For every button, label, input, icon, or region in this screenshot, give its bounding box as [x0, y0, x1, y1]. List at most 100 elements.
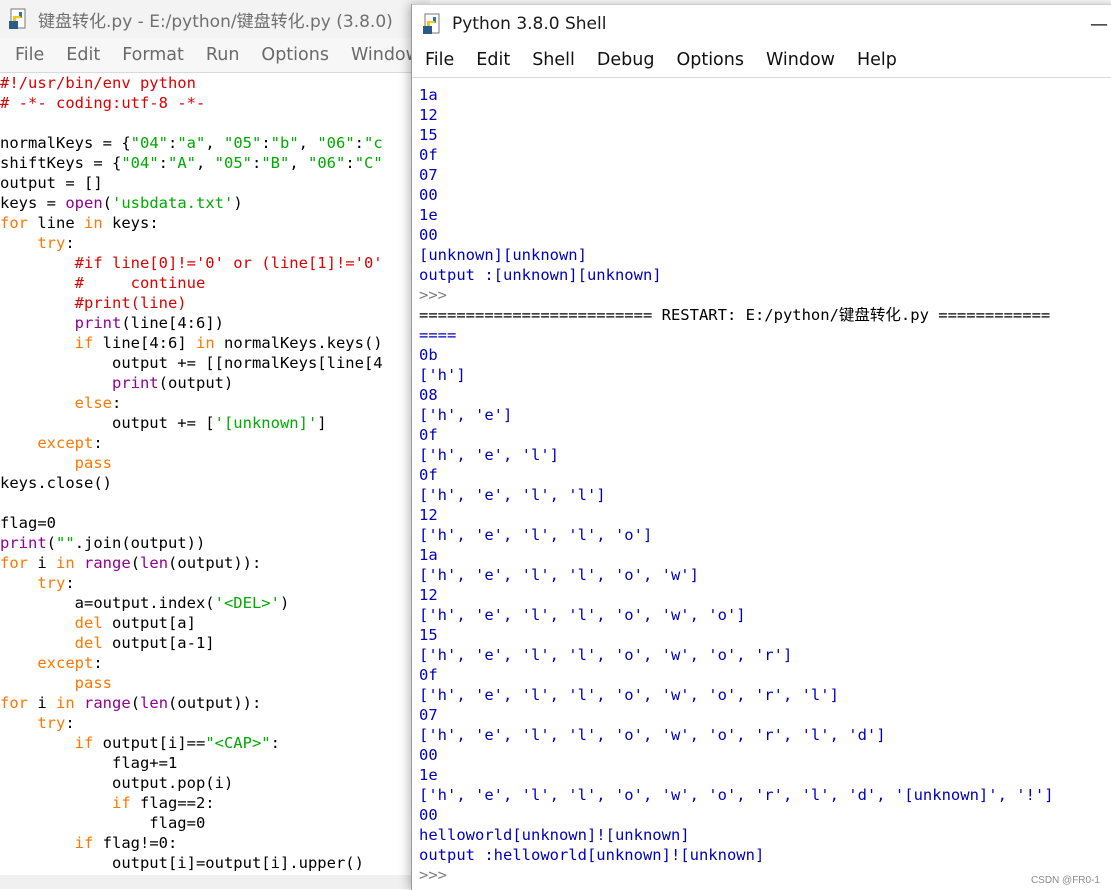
- shell-menu-options[interactable]: Options: [665, 50, 755, 70]
- shell-output-line: 1a: [419, 86, 438, 104]
- shell-menu-help[interactable]: Help: [846, 50, 908, 70]
- code-token: :: [65, 574, 75, 592]
- code-line: else:: [0, 393, 383, 413]
- shell-menu-file[interactable]: File: [414, 50, 465, 70]
- window-controls: —: [1080, 5, 1111, 43]
- shell-output-line: helloworld[unknown]![unknown]: [419, 826, 690, 844]
- code-token: print: [74, 314, 122, 332]
- code-token: keys =: [0, 194, 66, 212]
- shell-output-line: ['h', 'e', 'l', 'l', 'o', 'w', 'o', 'r',…: [419, 686, 839, 704]
- code-token: len: [140, 694, 169, 712]
- code-token: "04": [130, 134, 168, 152]
- code-token: flag!=0:: [93, 834, 178, 852]
- shell-prompt: >>>: [419, 286, 447, 304]
- code-token: except: [37, 434, 94, 452]
- code-token: len: [140, 554, 169, 572]
- code-line: del output[a]: [0, 613, 383, 633]
- code-token: (output)):: [168, 554, 262, 572]
- shell-output-line: 0f: [419, 146, 438, 164]
- shell-prompt: >>>: [419, 866, 447, 884]
- code-line: keys = open('usbdata.txt'): [0, 193, 383, 213]
- code-token: del: [74, 614, 103, 632]
- code-line: normalKeys = {"04":"a", "05":"b", "06":"…: [0, 133, 383, 153]
- editor-menu-edit[interactable]: Edit: [55, 45, 111, 65]
- shell-menu-edit[interactable]: Edit: [465, 50, 521, 70]
- code-token: a=output.index(: [0, 594, 215, 612]
- code-line: output += ['[unknown]']: [0, 413, 383, 433]
- code-token: #print(line): [74, 294, 187, 312]
- shell-output-line: 12: [419, 506, 438, 524]
- editor-title-bar[interactable]: 键盘转化.py - E:/python/键盘转化.py (3.8.0): [0, 0, 430, 38]
- code-token: (: [102, 194, 112, 212]
- watermark: CSDN @FR0-1: [1030, 875, 1100, 886]
- code-line: output[i]=output[i].upper(): [0, 853, 383, 873]
- code-line: try:: [0, 713, 383, 733]
- editor-window: 键盘转化.py - E:/python/键盘转化.py (3.8.0) File…: [0, 0, 430, 889]
- code-line: #print(line): [0, 293, 383, 313]
- editor-menu-options[interactable]: Options: [250, 45, 340, 65]
- shell-menu-window[interactable]: Window: [755, 50, 846, 70]
- shell-output-line: ['h']: [419, 366, 466, 384]
- code-token: in: [56, 554, 75, 572]
- code-token: :: [93, 654, 103, 672]
- code-token: "a": [177, 134, 206, 152]
- shell-output-area[interactable]: 1a 12 15 0f 07 00 1e 00 [unknown][unknown] output…: [419, 85, 1054, 885]
- code-line: pass: [0, 453, 383, 473]
- code-line: except:: [0, 433, 383, 453]
- shell-output-line: 0b: [419, 346, 438, 364]
- shell-menu-shell[interactable]: Shell: [521, 50, 586, 70]
- code-token: :: [252, 154, 262, 172]
- code-line: if flag!=0:: [0, 833, 383, 853]
- code-token: ,: [298, 134, 318, 152]
- code-line: for i in range(len(output)):: [0, 553, 383, 573]
- shell-title-bar[interactable]: Python 3.8.0 Shell —: [412, 4, 1111, 43]
- code-line: output.pop(i): [0, 773, 383, 793]
- editor-menu-run[interactable]: Run: [195, 45, 251, 65]
- code-line: ​: [0, 493, 383, 513]
- code-line: for line in keys:: [0, 213, 383, 233]
- code-line: flag+=1: [0, 753, 383, 773]
- shell-output-line: 00: [419, 186, 438, 204]
- code-token: :: [111, 394, 122, 412]
- code-token: '<DEL>': [214, 594, 280, 612]
- code-token: ,: [196, 154, 215, 172]
- code-token: i: [28, 554, 56, 572]
- code-token: (output): [158, 374, 234, 392]
- code-token: range: [84, 554, 131, 572]
- code-token: # -*- coding:utf-8 -*-: [0, 94, 206, 112]
- code-line: if flag==2:: [0, 793, 383, 813]
- code-line: shiftKeys = {"04":"A", "05":"B", "06":"C…: [0, 153, 383, 173]
- code-token: "04": [121, 154, 159, 172]
- python-file-icon: [9, 8, 26, 29]
- shell-title: Python 3.8.0 Shell: [452, 14, 607, 34]
- minimize-button[interactable]: —: [1080, 14, 1111, 35]
- shell-output-line: 1e: [419, 766, 438, 784]
- code-token: "05": [224, 134, 262, 152]
- code-token: try: [37, 574, 66, 592]
- code-token: .join(output)): [74, 534, 206, 552]
- code-token: :: [354, 134, 365, 152]
- code-token: flag+=1: [0, 754, 178, 772]
- editor-menu-format[interactable]: Format: [111, 45, 195, 65]
- shell-output-line: 15: [419, 626, 438, 644]
- code-token: (: [130, 554, 141, 572]
- code-token: for: [0, 694, 28, 712]
- shell-output-line: 1e: [419, 206, 438, 224]
- shell-output-line: ['h', 'e', 'l', 'l', 'o', 'w']: [419, 566, 699, 584]
- code-token: :: [65, 714, 75, 732]
- editor-code-area[interactable]: #!/usr/bin/env python # -*- coding:utf-8 …: [0, 73, 383, 873]
- code-token: "c: [364, 134, 383, 152]
- code-token: ]: [317, 414, 327, 432]
- code-line: flag=0: [0, 813, 383, 833]
- shell-window: Python 3.8.0 Shell — File Edit Shell Deb…: [411, 4, 1111, 890]
- code-line: # continue: [0, 273, 383, 293]
- shell-menu-debug[interactable]: Debug: [586, 50, 666, 70]
- python-file-icon: [423, 13, 440, 34]
- code-token: output[i]==: [93, 734, 206, 752]
- code-token: (: [46, 534, 57, 552]
- editor-menu-file[interactable]: File: [4, 45, 55, 65]
